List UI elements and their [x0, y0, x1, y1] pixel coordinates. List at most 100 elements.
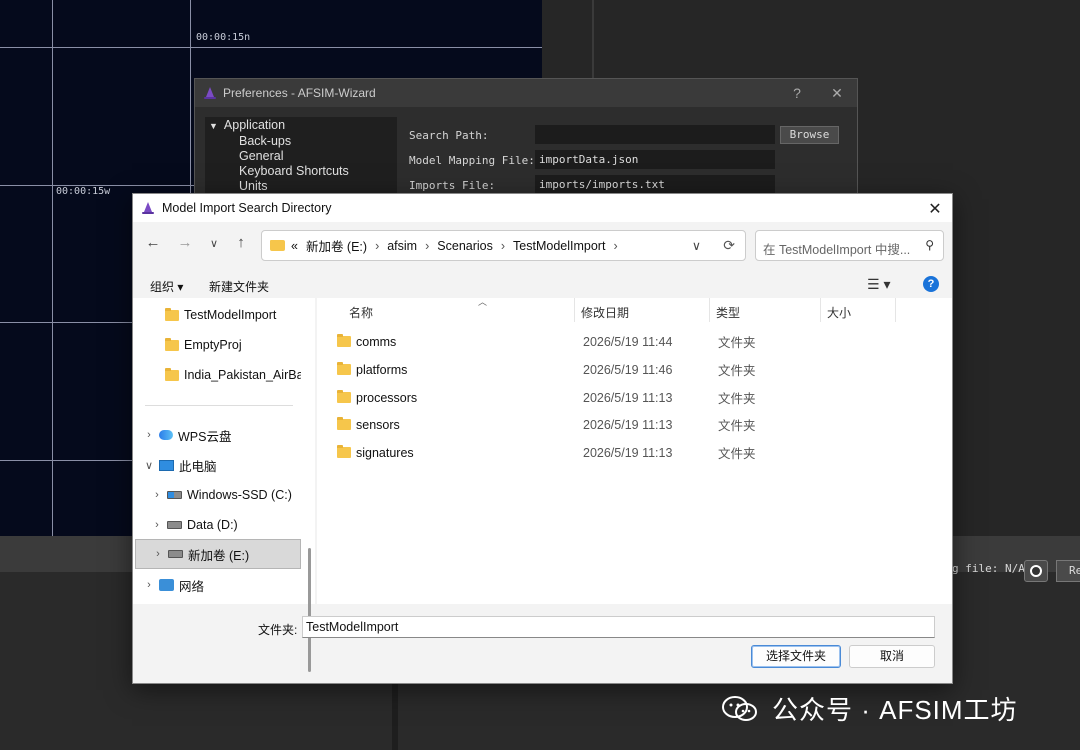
navigation-pane[interactable]: TestModelImport EmptyProj India_Pakistan… — [133, 298, 315, 672]
breadcrumb-testmodelimport[interactable]: TestModelImport — [513, 239, 605, 253]
tree-item-application[interactable]: ▼ Application — [205, 118, 397, 134]
back-arrow-icon[interactable]: ← — [143, 234, 163, 251]
column-header-size[interactable]: 大小 — [821, 298, 896, 322]
nav-item-emptyproj[interactable]: EmptyProj — [133, 330, 301, 360]
drive-icon — [167, 521, 182, 529]
file-type: 文件夹 — [718, 419, 756, 433]
nav-scrollbar[interactable] — [308, 548, 311, 672]
forward-arrow-icon[interactable]: → — [175, 234, 195, 251]
file-date: 2026/5/19 11:44 — [583, 334, 673, 349]
close-icon[interactable]: ✕ — [926, 199, 944, 219]
breadcrumb-drive-e[interactable]: 新加卷 (E:) — [306, 236, 367, 255]
folder-picker-dialog: Model Import Search Directory ✕ ← → ∨ ↑ … — [132, 193, 953, 684]
nav-item-drive-d[interactable]: › Data (D:) — [133, 510, 301, 540]
wechat-icon — [722, 695, 757, 721]
chevron-right-icon[interactable]: › — [613, 239, 617, 253]
re-button[interactable]: Re — [1056, 560, 1080, 582]
chevron-right-icon[interactable]: › — [151, 489, 163, 501]
help-icon[interactable]: ? — [923, 276, 939, 292]
nav-item-testmodelimport[interactable]: TestModelImport — [133, 300, 301, 330]
chevron-right-icon[interactable]: › — [143, 429, 155, 441]
tree-item-general[interactable]: General — [205, 149, 397, 164]
breadcrumb-afsim[interactable]: afsim — [387, 239, 417, 253]
folder-icon — [337, 362, 351, 375]
select-folder-button[interactable]: 选择文件夹 — [751, 645, 841, 668]
tree-item-keyboard-shortcuts[interactable]: Keyboard Shortcuts — [205, 164, 397, 179]
search-placeholder: 在 TestModelImport 中搜... — [763, 243, 911, 257]
column-header-type[interactable]: 类型 — [710, 298, 821, 322]
breadcrumb-scenarios[interactable]: Scenarios — [437, 239, 493, 253]
network-icon — [159, 579, 174, 591]
nav-item-this-pc[interactable]: ∨ 此电脑 — [133, 450, 301, 480]
panel-divider[interactable] — [392, 684, 398, 750]
chevron-right-icon[interactable]: › — [143, 579, 155, 591]
column-header-name[interactable]: ︿ 名称 — [343, 297, 575, 322]
navigation-bar: ← → ∨ ↑ « 新加卷 (E:) › afsim › Scenarios ›… — [133, 226, 952, 262]
nav-item-drive-e[interactable]: › 新加卷 (E:) — [135, 539, 301, 569]
tree-item-units[interactable]: Units — [205, 179, 397, 193]
file-row[interactable]: processors 2026/5/19 11:13 文件夹 — [337, 384, 937, 411]
watermark-text: 公众号 · AFSIM工坊 — [772, 695, 1018, 725]
grid-line — [0, 47, 542, 48]
file-row[interactable]: platforms 2026/5/19 11:46 文件夹 — [337, 356, 937, 383]
file-date: 2026/5/19 11:13 — [583, 417, 673, 432]
nav-item-wps-cloud[interactable]: › WPS云盘 — [133, 420, 301, 450]
folder-name-input[interactable]: TestModelImport — [302, 616, 935, 638]
log-file-button[interactable] — [1024, 560, 1048, 582]
folder-icon — [337, 445, 351, 458]
log-file-label: g file: N/A — [952, 562, 1025, 575]
browse-button[interactable]: Browse — [780, 126, 839, 144]
organize-button[interactable]: 组织 ▾ — [150, 278, 183, 295]
model-mapping-file-input[interactable]: importData.json — [535, 150, 775, 169]
file-row[interactable]: signatures 2026/5/19 11:13 文件夹 — [337, 439, 937, 466]
imports-file-label: Imports File: — [409, 179, 496, 192]
nav-separator — [145, 405, 293, 406]
file-name: signatures — [356, 445, 414, 460]
recent-chevron-down-icon[interactable]: ∨ — [204, 237, 224, 250]
file-date: 2026/5/19 11:13 — [583, 390, 673, 405]
folder-icon — [270, 240, 285, 251]
column-header-date[interactable]: 修改日期 — [575, 298, 710, 322]
file-date: 2026/5/19 11:13 — [583, 445, 673, 460]
chevron-down-icon[interactable]: ∨ — [143, 459, 155, 472]
expand-arrow-icon[interactable]: ▼ — [209, 121, 218, 131]
preferences-titlebar: Preferences - AFSIM-Wizard ? ✕ — [195, 79, 857, 107]
file-name: platforms — [356, 362, 408, 377]
address-bar[interactable]: « 新加卷 (E:) › afsim › Scenarios › TestMod… — [261, 230, 746, 261]
search-path-input[interactable] — [535, 125, 775, 144]
cancel-button[interactable]: 取消 — [849, 645, 935, 668]
address-overflow[interactable]: « — [291, 239, 298, 253]
nav-item-drive-c[interactable]: › Windows-SSD (C:) — [133, 480, 301, 510]
nav-item-india-pakistan[interactable]: India_Pakistan_AirBatt — [133, 360, 301, 390]
model-mapping-file-label: Model Mapping File: — [409, 154, 535, 167]
record-icon — [1030, 565, 1042, 577]
file-type: 文件夹 — [718, 336, 756, 350]
folder-icon — [165, 337, 179, 351]
file-name: processors — [356, 390, 418, 405]
search-icon[interactable]: ⚲ — [925, 238, 934, 252]
chevron-down-icon[interactable]: ∨ — [692, 238, 701, 253]
help-button[interactable]: ? — [777, 85, 817, 101]
chevron-right-icon: › — [500, 238, 506, 253]
dialog-titlebar: Model Import Search Directory ✕ — [133, 194, 952, 222]
refresh-icon[interactable]: ⟳ — [723, 237, 735, 254]
tree-item-backups[interactable]: Back-ups — [205, 134, 397, 149]
search-input[interactable]: 在 TestModelImport 中搜... ⚲ — [755, 230, 944, 261]
chevron-right-icon[interactable]: › — [152, 548, 164, 560]
folder-label: 文件夹: — [258, 623, 298, 637]
close-button[interactable]: ✕ — [817, 85, 857, 102]
up-arrow-icon[interactable]: ↑ — [231, 234, 251, 251]
chevron-right-icon: › — [425, 238, 430, 253]
nav-item-network[interactable]: › 网络 — [133, 570, 301, 600]
file-list[interactable]: ︿ 名称 修改日期 类型 大小 comms 2026/5/19 11:44 文件夹… — [317, 297, 952, 604]
file-name: sensors — [356, 417, 400, 432]
new-folder-button[interactable]: 新建文件夹 — [209, 278, 269, 295]
file-type: 文件夹 — [718, 447, 756, 461]
chevron-right-icon[interactable]: › — [151, 519, 163, 531]
cloud-icon — [159, 430, 173, 440]
file-row[interactable]: sensors 2026/5/19 11:13 文件夹 — [337, 411, 937, 438]
view-options-icon[interactable]: ☰ ▾ — [867, 276, 890, 293]
preferences-tree[interactable]: ▼ Application Back-ups General Keyboard S… — [205, 117, 397, 193]
imports-file-input[interactable]: imports/imports.txt — [535, 175, 775, 193]
file-row[interactable]: comms 2026/5/19 11:44 文件夹 — [337, 328, 937, 355]
